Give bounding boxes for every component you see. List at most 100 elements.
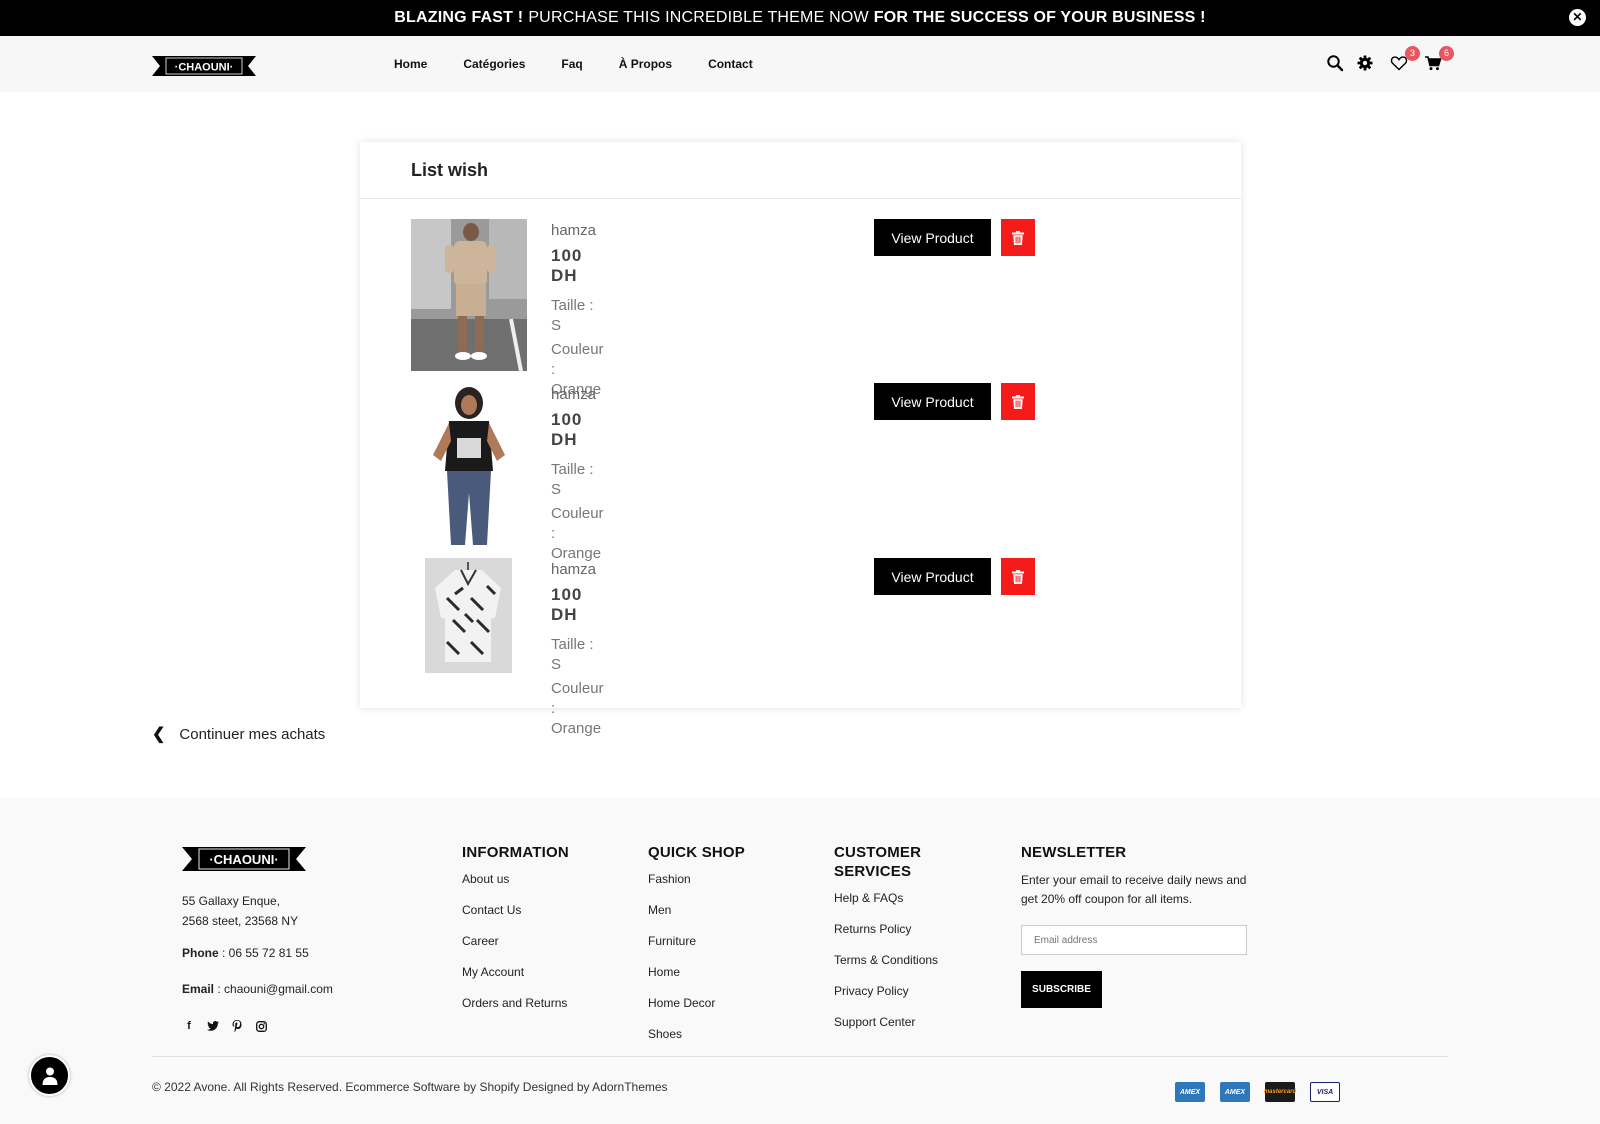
footer-link[interactable]: Terms & Conditions	[834, 954, 938, 967]
view-product-button[interactable]: View Product	[874, 383, 991, 420]
footer-link[interactable]: Orders and Returns	[462, 997, 569, 1010]
footer-quick-shop: QUICK SHOP Fashion Men Furniture Home Ho…	[648, 843, 745, 1059]
product-size: Taille : S	[551, 461, 594, 498]
footer-link[interactable]: Men	[648, 904, 745, 917]
twitter-icon[interactable]	[206, 1019, 220, 1033]
footer-information: INFORMATION About us Contact Us Career M…	[462, 843, 569, 1028]
footer-divider	[152, 1056, 1448, 1057]
pinterest-icon[interactable]	[230, 1019, 244, 1033]
footer-link[interactable]: Help & FAQs	[834, 892, 938, 905]
trash-icon	[1012, 569, 1024, 584]
wishlist-heart-icon[interactable]: 3	[1390, 46, 1420, 72]
address-line-2: 2568 steet, 23568 NY	[182, 914, 299, 928]
product-info: hamza 100 DH Taille : S Couleur : Orange	[551, 560, 604, 739]
product-name: hamza	[551, 561, 597, 578]
footer-email: Email : chaouni@gmail.com	[182, 982, 333, 996]
delete-button[interactable]	[1001, 558, 1035, 595]
footer-link[interactable]: Shoes	[648, 1028, 745, 1041]
announcement-highlight-2: FOR THE SUCCESS OF YOUR BUSINESS !	[873, 9, 1206, 26]
continue-shopping-link[interactable]: ❮ Continuer mes achats	[152, 724, 325, 744]
address-line-1: 55 Gallaxy Enque,	[182, 894, 281, 908]
product-name: hamza	[551, 386, 597, 403]
footer-link[interactable]: My Account	[462, 966, 569, 979]
search-icon[interactable]	[1326, 54, 1344, 72]
svg-text:·CHAOUNI·: ·CHAOUNI·	[175, 62, 234, 74]
visa-icon: VISA	[1310, 1082, 1340, 1102]
footer-link[interactable]: Privacy Policy	[834, 985, 938, 998]
quick-shop-title: QUICK SHOP	[648, 844, 746, 861]
product-name: hamza	[551, 222, 597, 239]
nav-contact[interactable]: Contact	[708, 57, 753, 71]
customer-services-title: CUSTOMER SERVICES	[834, 843, 938, 881]
footer-link[interactable]: Support Center	[834, 1016, 938, 1029]
product-image[interactable]	[411, 383, 527, 547]
product-price: 100 DH	[551, 585, 583, 624]
instagram-icon[interactable]	[254, 1019, 268, 1033]
wishlist-card: List wish hamza 100 DH Taille: S Couleu…	[360, 142, 1241, 737]
footer-customer-services: CUSTOMER SERVICES Help & FAQs Returns Pol…	[834, 843, 938, 1047]
subscribe-button[interactable]: SUBSCRIBE	[1021, 971, 1102, 1008]
nav-home[interactable]: Home	[394, 57, 427, 71]
header-tools: 3 6	[1326, 46, 1454, 72]
delete-button[interactable]	[1001, 383, 1035, 420]
svg-text:·CHAOUNI·: ·CHAOUNI·	[209, 852, 278, 867]
product-color: Couleur : Orange	[551, 680, 604, 737]
customer-title-line-1: CUSTOMER	[834, 844, 922, 861]
product-price: 100 DH	[551, 246, 583, 285]
cart-count-badge: 6	[1439, 46, 1454, 61]
footer-link[interactable]: Home Decor	[648, 997, 745, 1010]
nav-about[interactable]: À Propos	[619, 57, 672, 71]
brand-logo[interactable]: ·CHAOUNI·	[152, 54, 256, 78]
copyright: © 2022 Avone. All Rights Reserved. Ecomm…	[152, 1080, 668, 1094]
phone-value: : 06 55 72 81 55	[218, 946, 309, 960]
product-image[interactable]	[411, 219, 527, 372]
view-product-button[interactable]: View Product	[874, 558, 991, 595]
nav-categories[interactable]: Catégories	[463, 57, 525, 71]
product-color: Couleur : Orange	[551, 505, 604, 562]
trash-icon	[1012, 394, 1024, 409]
chevron-left-icon: ❮	[152, 726, 166, 743]
product-size: Taille : S	[551, 297, 594, 334]
delete-button[interactable]	[1001, 219, 1035, 256]
footer-link[interactable]: Returns Policy	[834, 923, 938, 936]
amex-icon: AMEX	[1175, 1082, 1205, 1102]
footer-link[interactable]: Fashion	[648, 873, 745, 886]
payment-methods: AMEX AMEX mastercard VISA	[1175, 1082, 1355, 1102]
footer-newsletter: NEWSLETTER Enter your email to receive d…	[1021, 843, 1251, 1008]
footer-link[interactable]: Contact Us	[462, 904, 569, 917]
footer-address: 55 Gallaxy Enque, 2568 steet, 23568 NY	[182, 891, 298, 931]
amex-icon: AMEX	[1220, 1082, 1250, 1102]
site-header: ·CHAOUNI· Home Catégories Faq À Propos C…	[0, 36, 1600, 92]
footer-logo[interactable]: ·CHAOUNI·	[182, 844, 306, 874]
product-price: 100 DH	[551, 410, 583, 449]
gear-icon[interactable]	[1356, 54, 1374, 72]
announcement-bar: BLAZING FAST ! PURCHASE THIS INCREDIBLE …	[0, 0, 1600, 36]
product-info: hamza 100 DH Taille : S Couleur : Orange	[551, 385, 604, 564]
phone-label: Phone	[182, 946, 219, 960]
product-size: Taille : S	[551, 636, 594, 673]
customer-title-line-2: SERVICES	[834, 863, 912, 880]
footer-link[interactable]: Home	[648, 966, 745, 979]
footer-phone: Phone : 06 55 72 81 55	[182, 946, 309, 960]
wishlist-count-badge: 3	[1405, 46, 1420, 61]
social-links: f	[182, 1019, 278, 1033]
newsletter-text: Enter your email to receive daily news a…	[1021, 873, 1247, 906]
product-info: hamza 100 DH Taille : S Couleur : Orange	[551, 221, 604, 400]
close-icon[interactable]: ✕	[1569, 9, 1586, 26]
footer-link[interactable]: Career	[462, 935, 569, 948]
footer-link[interactable]: Furniture	[648, 935, 745, 948]
email-value[interactable]: : chaouni@gmail.com	[214, 982, 333, 996]
facebook-icon[interactable]: f	[182, 1019, 196, 1033]
newsletter-title: NEWSLETTER	[1021, 844, 1127, 861]
site-footer: ·CHAOUNI· 55 Gallaxy Enque, 2568 steet, …	[0, 798, 1600, 1124]
view-product-button[interactable]: View Product	[874, 219, 991, 256]
email-input[interactable]	[1021, 925, 1247, 955]
footer-link[interactable]: About us	[462, 873, 569, 886]
product-image[interactable]	[425, 558, 512, 673]
cart-icon[interactable]: 6	[1424, 46, 1454, 72]
nav-faq[interactable]: Faq	[561, 57, 582, 71]
trash-icon	[1012, 230, 1024, 245]
mastercard-icon: mastercard	[1264, 1082, 1296, 1102]
announcement-highlight-1: BLAZING FAST !	[394, 9, 524, 26]
chat-user-icon[interactable]	[29, 1055, 70, 1096]
